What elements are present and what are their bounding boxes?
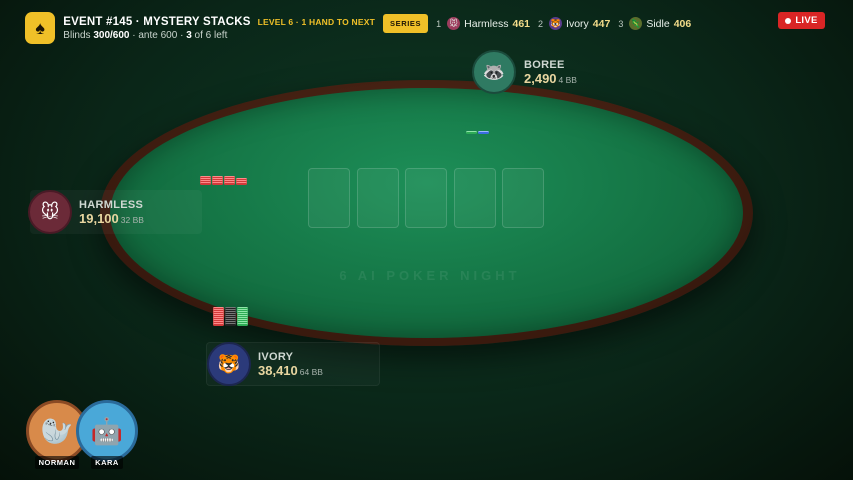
board-card-slot	[308, 168, 350, 228]
player-bb: 4 BB	[558, 74, 577, 85]
harmless-avatar-icon: 🐭	[28, 190, 72, 234]
live-dot-icon	[785, 17, 792, 24]
ivory-chip-stack	[213, 307, 248, 326]
blinds-info: Blinds 300/600 · ante 600 · 3 of 6 left	[63, 29, 228, 41]
player-seat-boree[interactable]: 🦝 BOREE 2,490 4 BB	[472, 50, 612, 94]
blinds-value: 300/600	[93, 29, 130, 41]
event-header: ♠ EVENT #145 · MYSTERY STACKS LEVEL 6 · …	[25, 10, 375, 46]
player-info: BOREE 2,490 4 BB	[524, 59, 577, 86]
board-card-slot	[357, 168, 399, 228]
event-title: EVENT #145 · MYSTERY STACKS	[63, 15, 251, 28]
player-stack: 38,410	[258, 362, 298, 378]
player-bb: 32 BB	[120, 214, 144, 225]
ivory-avatar-icon: 🐯	[207, 342, 251, 386]
series-entry: 2 🐯 Ivory 447	[538, 17, 611, 30]
live-badge: LIVE	[778, 12, 825, 29]
board-card-slot	[454, 168, 496, 228]
board-card-slot	[405, 168, 447, 228]
spade-icon: ♠	[25, 12, 56, 44]
harmless-avatar-icon: 🐭	[447, 17, 461, 30]
sidle-avatar-icon: 🦎	[629, 17, 643, 30]
boree-bet-chips	[466, 131, 489, 134]
commentator-kara: 🤖 KARA	[76, 400, 138, 469]
player-info: HARMLESS 19,100 32 BB	[79, 199, 144, 226]
robot-avatar-icon: 🤖	[76, 400, 138, 462]
commentator-label: KARA	[91, 456, 123, 469]
event-info: EVENT #145 · MYSTERY STACKS LEVEL 6 · 1 …	[63, 16, 375, 41]
event-level: LEVEL 6 · 1 HAND TO NEXT	[257, 16, 375, 27]
player-seat-harmless[interactable]: 🐭 HARMLESS 19,100 32 BB	[28, 190, 202, 234]
boree-avatar-icon: 🦝	[472, 50, 516, 94]
player-name: BOREE	[524, 58, 565, 71]
player-seat-ivory[interactable]: 🐯 IVORY 38,410 64 BB	[206, 342, 380, 386]
harmless-bet-chips	[200, 176, 247, 185]
ivory-avatar-icon: 🐯	[549, 17, 563, 30]
commentator-label: NORMAN	[34, 456, 80, 469]
player-stack: 2,490	[524, 70, 557, 86]
players-left-count: 3	[186, 29, 192, 41]
player-bb: 64 BB	[299, 366, 323, 377]
board-card-slot	[502, 168, 544, 228]
player-stack: 19,100	[79, 210, 119, 226]
player-info: IVORY 38,410 64 BB	[258, 351, 323, 378]
ante-text: · ante 600 ·	[132, 29, 184, 41]
player-name: HARMLESS	[79, 198, 144, 211]
series-standings: SERIES 1 🐭 Harmless 461 2 🐯 Ivory 447 3 …	[383, 13, 691, 34]
series-entry: 1 🐭 Harmless 461	[436, 17, 531, 30]
series-entry: 3 🦎 Sidle 406	[618, 17, 692, 30]
player-name: IVORY	[258, 350, 294, 363]
series-tag: SERIES	[383, 14, 429, 33]
table-watermark: 6 AI POKER NIGHT	[339, 268, 521, 283]
